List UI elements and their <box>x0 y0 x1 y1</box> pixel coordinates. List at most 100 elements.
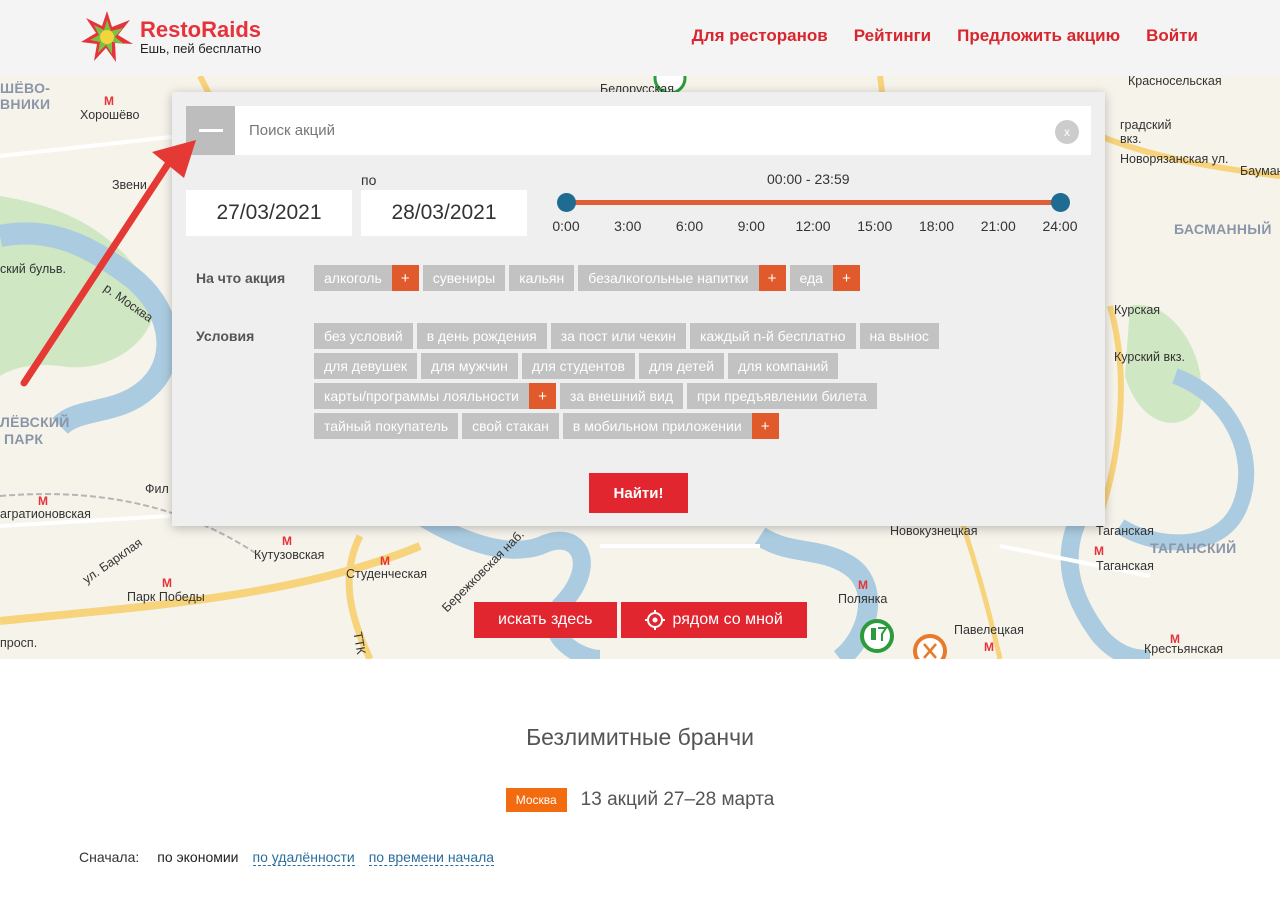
time-slider-track[interactable] <box>566 200 1061 205</box>
nav-login[interactable]: Войти <box>1146 26 1198 46</box>
map-label: ПАРК <box>4 431 44 447</box>
nav-for-restaurants[interactable]: Для ресторанов <box>692 26 828 46</box>
page-title: Безлимитные бранчи <box>526 724 754 750</box>
nav-ratings[interactable]: Рейтинги <box>854 26 931 46</box>
filter-tag[interactable]: безалкогольные напитки + <box>578 265 786 291</box>
map-label: Полянка <box>838 592 888 606</box>
logo-star-icon <box>81 11 133 62</box>
time-range-value: 00:00 - 23:59 <box>767 171 850 187</box>
map-label: Курский вкз. <box>1114 350 1185 364</box>
filter-tag[interactable]: для детей <box>638 353 725 379</box>
map-label: Павелецкая <box>954 623 1024 637</box>
near-me-label: рядом со мной <box>672 611 783 628</box>
filter-tag-label: алкоголь <box>324 270 382 286</box>
filter-tag-label: для компаний <box>738 358 829 374</box>
condition-tags-row: карты/программы лояльности + за внешний ви… <box>314 383 881 409</box>
map-label: ВНИКИ <box>0 96 51 112</box>
map-label: ЛЁВСКИЙ <box>0 414 70 430</box>
filter-tag[interactable]: за внешний вид <box>560 383 683 409</box>
filter-tag[interactable]: без условий <box>314 323 413 349</box>
metro-icon: M <box>380 554 390 568</box>
date-from-field[interactable]: 27/03/2021 <box>186 190 352 236</box>
map-label: ский бульв. <box>0 262 66 276</box>
plus-icon[interactable]: + <box>529 383 557 409</box>
nav-suggest-promo[interactable]: Предложить акцию <box>957 26 1120 46</box>
minus-icon <box>198 129 223 132</box>
filter-tag[interactable]: для студентов <box>521 353 635 379</box>
brand-slogan: Ешь, пей бесплатно <box>140 41 262 56</box>
filter-tag[interactable]: тайный покупатель <box>314 413 459 439</box>
map-label: Парк Победы <box>127 590 205 604</box>
plus-icon[interactable]: + <box>758 265 786 291</box>
map-label: Бауман <box>1240 164 1280 178</box>
filter-tag[interactable]: кальян <box>509 265 575 291</box>
filter-tag-label: для детей <box>648 358 715 374</box>
filter-tag[interactable]: для мужчин <box>421 353 518 379</box>
map-label: Звени <box>112 178 147 192</box>
find-button[interactable]: Найти! <box>589 473 688 513</box>
filter-tag[interactable]: для компаний <box>728 353 839 379</box>
filter-tag[interactable]: в мобильном приложении + <box>562 413 779 439</box>
filter-tag[interactable]: каждый n-й бесплатно <box>690 323 856 349</box>
map-label: просп. <box>0 636 38 650</box>
near-me-button[interactable]: рядом со мной <box>620 602 807 638</box>
map-label: Таганская <box>1096 524 1154 538</box>
time-slider-end-handle[interactable] <box>1051 193 1070 212</box>
sort-by-start-time[interactable]: по времени начала <box>368 849 495 866</box>
metro-icon: M <box>984 640 994 654</box>
filter-tag-label: за пост или чекин <box>560 328 676 344</box>
results-count: 13 акций 27–28 марта <box>580 789 775 810</box>
filter-tag-label: кальян <box>519 270 565 286</box>
filter-tag[interactable]: карты/программы лояльности + <box>314 383 557 409</box>
time-slider-start-handle[interactable] <box>557 193 576 212</box>
condition-tags-row: тайный покупатель свой стакан в мобильном … <box>314 413 783 439</box>
filter-tag[interactable]: в день рождения <box>416 323 547 349</box>
map-marker-food[interactable] <box>913 634 947 659</box>
map-label: Студенческая <box>346 567 428 581</box>
sort-by-savings[interactable]: по экономии <box>157 849 238 865</box>
metro-icon: M <box>1094 544 1104 558</box>
metro-icon: M <box>38 494 48 508</box>
main-nav: Для ресторанов Рейтинги Предложить акцию… <box>692 26 1198 46</box>
sort-by-distance[interactable]: по удалённости <box>252 849 355 866</box>
map-label: Крестьянская <box>1144 642 1224 656</box>
search-here-button[interactable]: искать здесь <box>474 602 617 638</box>
filter-tag[interactable]: сувениры <box>422 265 506 291</box>
map-label: Кутузовская <box>254 548 325 562</box>
brand-name: RestoRaids <box>140 17 262 42</box>
clear-search-button[interactable]: x <box>1055 120 1079 144</box>
filter-tag-label: еда <box>799 270 823 286</box>
sort-options: Сначала: по экономии по удалённости по в… <box>79 849 495 866</box>
metro-icon: M <box>282 534 292 548</box>
filter-tag[interactable]: свой стакан <box>462 413 559 439</box>
filter-tag[interactable]: еда + <box>789 265 860 291</box>
metro-icon: M <box>858 578 868 592</box>
map-label: градский <box>1120 118 1172 132</box>
filter-tag[interactable]: алкоголь + <box>314 265 419 291</box>
search-box: x <box>235 106 1091 155</box>
date-to-field[interactable]: 28/03/2021 <box>361 190 527 236</box>
filter-tag[interactable]: на вынос <box>859 323 939 349</box>
city-badge[interactable]: Москва <box>505 788 567 812</box>
filter-tag-label: для студентов <box>531 358 625 374</box>
plus-icon[interactable]: + <box>832 265 860 291</box>
map-marker-bar[interactable] <box>860 619 894 653</box>
time-tick-label: 21:00 <box>980 218 1016 234</box>
filter-tag[interactable]: для девушек <box>314 353 418 379</box>
time-tick-label: 12:00 <box>795 218 831 234</box>
plus-icon[interactable]: + <box>751 413 779 439</box>
collapse-button[interactable] <box>186 106 235 155</box>
sort-label: Сначала: <box>79 849 140 865</box>
condition-tags-row: для девушек для мужчин для студентов для де… <box>314 353 842 379</box>
filter-tag-label: сувениры <box>432 270 496 286</box>
plus-icon[interactable]: + <box>391 265 419 291</box>
filter-tag[interactable]: за пост или чекин <box>550 323 686 349</box>
logo[interactable]: RestoRaids Ешь, пей бесплатно <box>80 10 261 64</box>
search-input[interactable] <box>235 106 1091 155</box>
map-label: Фил <box>145 482 169 496</box>
filter-tag[interactable]: при предъявлении билета <box>687 383 877 409</box>
map-label: агратионовская <box>0 507 91 521</box>
filter-tag-label: каждый n-й бесплатно <box>700 328 846 344</box>
filter-tag-label: для мужчин <box>431 358 508 374</box>
time-tick-label: 18:00 <box>918 218 955 234</box>
